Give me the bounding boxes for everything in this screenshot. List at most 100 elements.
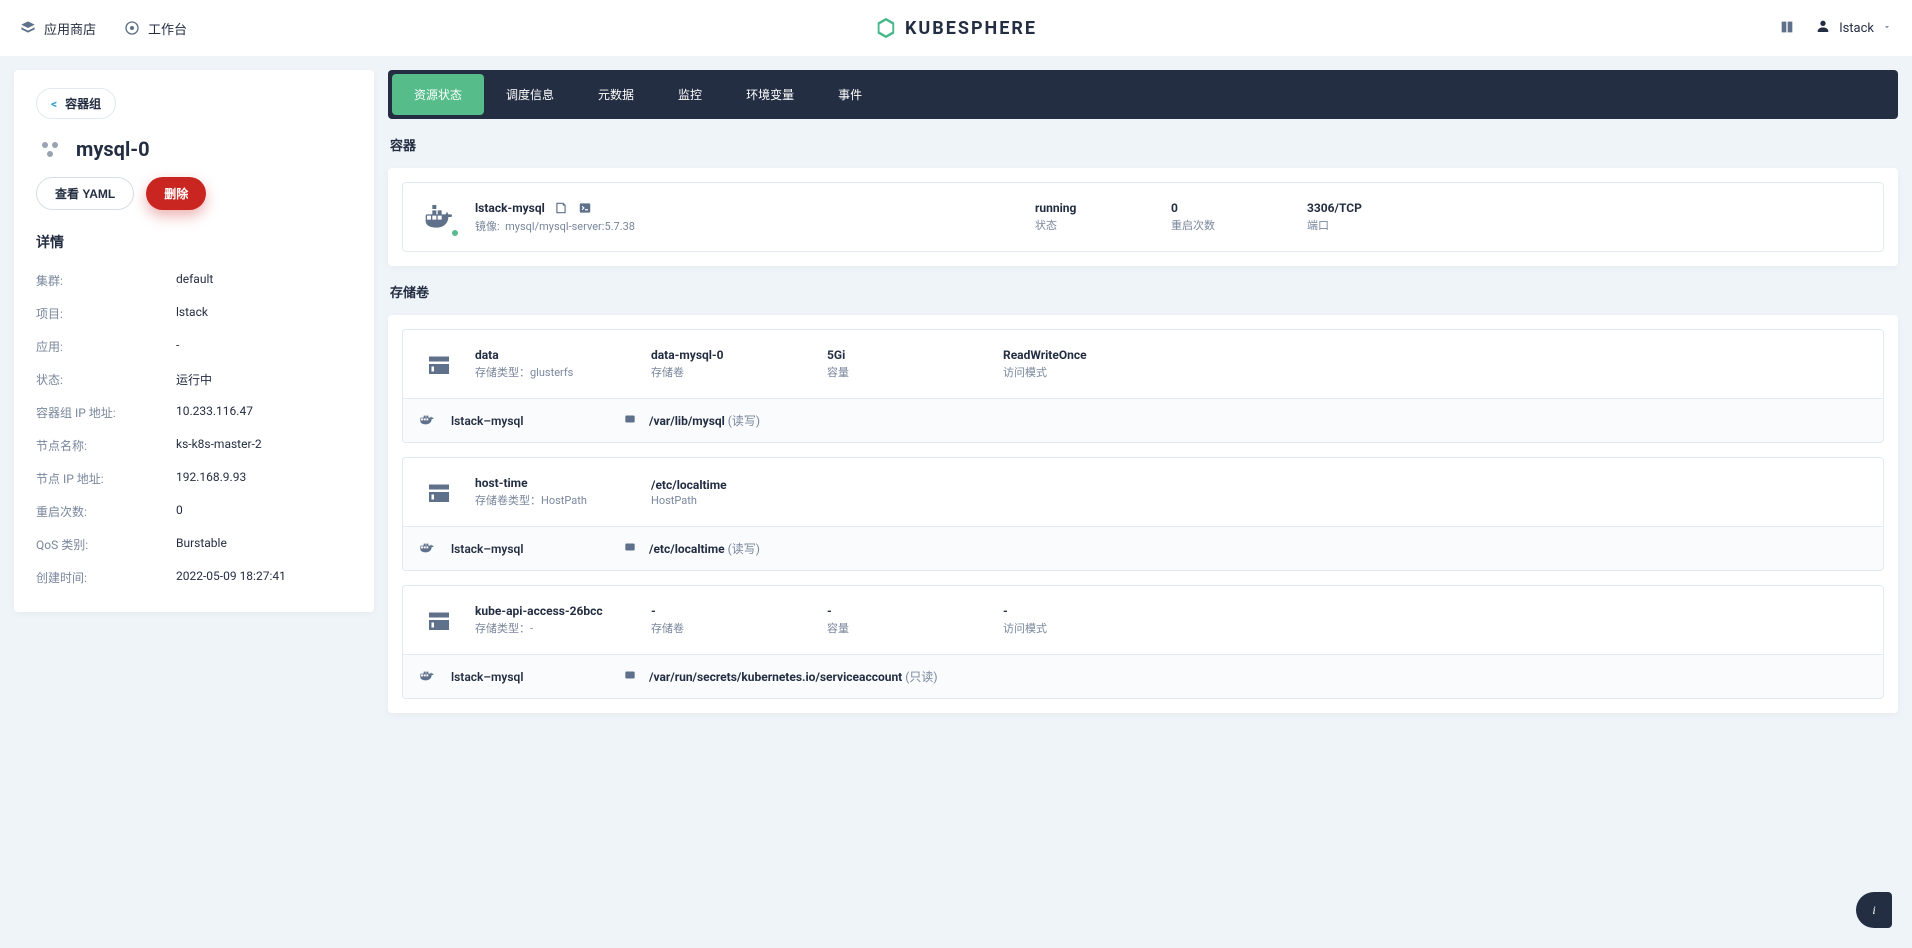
detail-key: 集群:	[36, 272, 176, 289]
view-yaml-button[interactable]: 查看 YAML	[36, 177, 134, 210]
volume-row: data 存储类型：glusterfs data-mysql-0 存储卷 5Gi…	[402, 329, 1884, 443]
status-value: running	[1035, 201, 1155, 215]
detail-value: 192.168.9.93	[176, 470, 246, 487]
detail-key: 应用:	[36, 338, 176, 355]
detail-value: ks-k8s-master-2	[176, 437, 262, 454]
detail-row: QoS 类别:Burstable	[36, 528, 352, 561]
volume-icon	[419, 472, 459, 512]
docker-mini-icon	[419, 667, 435, 686]
vol-pvc-col: /etc/localtime HostPath	[651, 478, 811, 507]
title-row: mysql-0	[36, 135, 352, 163]
detail-row: 节点名称:ks-k8s-master-2	[36, 429, 352, 462]
volume-row: kube-api-access-26bcc 存储类型：- - 存储卷 - 容量 …	[402, 585, 1884, 699]
vol-pvc-label: HostPath	[651, 494, 811, 507]
volume-mount-row: lstack–mysql /var/run/secrets/kubernetes…	[403, 654, 1883, 698]
vol-pvc-col: data-mysql-0 存储卷	[651, 348, 811, 380]
detail-key: 项目:	[36, 305, 176, 322]
vol-type-label: 存储卷类型：	[475, 494, 541, 507]
mount-path-icon	[623, 540, 637, 557]
volume-row: host-time 存储卷类型：HostPath /etc/localtime …	[402, 457, 1884, 571]
containers-section-title: 容器	[390, 135, 1896, 154]
log-icon[interactable]	[553, 200, 569, 216]
vol-mode-col: ReadWriteOnce 访问模式	[1003, 348, 1163, 380]
detail-row: 重启次数:0	[36, 495, 352, 528]
appstore-label: 应用商店	[44, 19, 96, 38]
docker-mini-icon	[419, 411, 435, 430]
user-icon	[1815, 18, 1831, 38]
containers-card: lstack-mysql 镜像: mysql/mysql-server:5.7.…	[388, 168, 1898, 266]
username: lstack	[1839, 21, 1874, 36]
detail-row: 容器组 IP 地址:10.233.116.47	[36, 396, 352, 429]
container-row[interactable]: lstack-mysql 镜像: mysql/mysql-server:5.7.…	[402, 182, 1884, 252]
port-col: 3306/TCP 端口	[1307, 201, 1867, 233]
vol-name: host-time	[475, 476, 635, 490]
docker-mini-icon	[419, 539, 435, 558]
terminal-icon[interactable]	[577, 200, 593, 216]
delete-button[interactable]: 删除	[146, 177, 206, 210]
detail-value: Burstable	[176, 536, 227, 553]
detail-table: 集群:default项目:lstack应用:-状态:运行中容器组 IP 地址:1…	[36, 264, 352, 594]
image-label: 镜像:	[475, 220, 500, 233]
tab-5[interactable]: 事件	[816, 74, 884, 115]
vol-name-col: data 存储类型：glusterfs	[475, 348, 635, 380]
page-body: < 容器组 mysql-0 查看 YAML 删除 详情 集群:default项目…	[0, 56, 1912, 727]
vol-size-value: -	[827, 604, 987, 618]
vol-mode-value: ReadWriteOnce	[1003, 348, 1163, 362]
back-label: 容器组	[65, 95, 101, 112]
vol-type-label: 存储类型：	[475, 366, 530, 379]
vol-type-value: HostPath	[541, 494, 587, 507]
detail-row: 状态:运行中	[36, 363, 352, 396]
detail-value: 运行中	[176, 371, 212, 388]
tab-0[interactable]: 资源状态	[392, 74, 484, 115]
volumes-card: data 存储类型：glusterfs data-mysql-0 存储卷 5Gi…	[388, 315, 1898, 713]
tab-1[interactable]: 调度信息	[484, 74, 576, 115]
chevron-left-icon: <	[51, 97, 57, 111]
vol-size-col: 5Gi 容量	[827, 348, 987, 380]
detail-sidebar: < 容器组 mysql-0 查看 YAML 删除 详情 集群:default项目…	[14, 70, 374, 612]
image-value: mysql/mysql-server:5.7.38	[505, 220, 635, 233]
detail-value: default	[176, 272, 213, 289]
workbench-label: 工作台	[148, 19, 187, 38]
detail-key: QoS 类别:	[36, 536, 176, 553]
mount-path: /var/lib/mysql	[649, 414, 725, 428]
topbar-left: 应用商店 工作台	[20, 19, 187, 38]
vol-mode-label: 访问模式	[1003, 620, 1163, 636]
vol-pvc-value: -	[651, 604, 811, 618]
detail-key: 节点 IP 地址:	[36, 470, 176, 487]
kubesphere-icon	[875, 17, 897, 39]
docker-icon	[419, 197, 459, 237]
appstore-icon	[20, 20, 36, 36]
tab-2[interactable]: 元数据	[576, 74, 656, 115]
help-fab[interactable]: i	[1856, 892, 1892, 928]
vol-name: data	[475, 348, 635, 362]
vol-pvc-value: data-mysql-0	[651, 348, 811, 362]
action-buttons: 查看 YAML 删除	[36, 177, 352, 210]
vol-pvc-label: 存储卷	[651, 620, 811, 636]
tab-3[interactable]: 监控	[656, 74, 724, 115]
appstore-link[interactable]: 应用商店	[20, 19, 96, 38]
workbench-link[interactable]: 工作台	[124, 19, 187, 38]
status-label: 状态	[1035, 217, 1155, 233]
container-name: lstack-mysql	[475, 201, 545, 215]
container-head: lstack-mysql 镜像: mysql/mysql-server:5.7.…	[475, 200, 1019, 234]
port-label: 端口	[1307, 217, 1867, 233]
mount-container-name: lstack–mysql	[451, 414, 611, 428]
detail-value: lstack	[176, 305, 208, 322]
detail-row: 集群:default	[36, 264, 352, 297]
mount-path-icon	[623, 668, 637, 685]
mount-path-icon	[623, 412, 637, 429]
page-title: mysql-0	[76, 137, 150, 161]
restart-value: 0	[1171, 201, 1291, 215]
mount-mode: (读写)	[728, 542, 760, 556]
user-menu[interactable]: lstack	[1815, 18, 1892, 38]
docs-icon[interactable]	[1779, 19, 1795, 38]
tab-4[interactable]: 环境变量	[724, 74, 816, 115]
brand-logo[interactable]: KUBESPHERE	[875, 17, 1037, 39]
status-dot-running	[450, 228, 460, 238]
port-value: 3306/TCP	[1307, 201, 1867, 215]
tabs: 资源状态调度信息元数据监控环境变量事件	[388, 70, 1898, 119]
vol-type-label: 存储类型：	[475, 622, 530, 635]
back-link[interactable]: < 容器组	[36, 88, 116, 119]
topbar: 应用商店 工作台 KUBESPHERE lstack	[0, 0, 1912, 56]
vol-type-value: glusterfs	[530, 366, 573, 379]
